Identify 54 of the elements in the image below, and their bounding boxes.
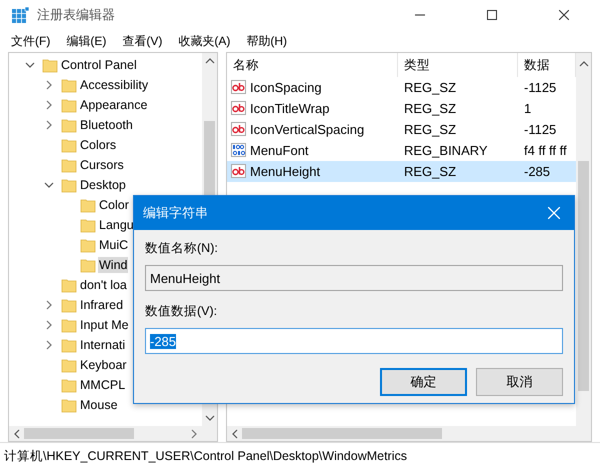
input-field[interactable]: MenuHeight: [145, 265, 563, 291]
value-name: IconVerticalSpacing: [250, 122, 364, 137]
value-name: IconTitleWrap: [250, 101, 330, 116]
tree-item[interactable]: MMCPL: [79, 377, 126, 393]
input-field[interactable]: -285: [145, 328, 563, 354]
menu-item[interactable]: 查看(V): [117, 30, 168, 52]
table-row[interactable]: MenuFont REG_BINARY f4 ff ff ff: [227, 140, 576, 161]
tree-item[interactable]: Internati: [79, 337, 126, 353]
menu-item[interactable]: 编辑(E): [61, 30, 112, 52]
tree-item[interactable]: Input Me: [79, 317, 130, 333]
value-type: REG_SZ: [403, 164, 458, 179]
tree-item[interactable]: Langu: [98, 217, 135, 233]
tree-item[interactable]: Infrared: [79, 297, 124, 313]
value-name: MenuHeight: [250, 164, 320, 179]
column-header[interactable]: 名称: [227, 53, 398, 77]
value-data: -285: [523, 164, 552, 179]
dialog-title: 编辑字符串: [143, 204, 208, 222]
tree-item[interactable]: don't loa: [79, 277, 128, 293]
value-data: 1: [523, 101, 532, 116]
menu-item[interactable]: 帮助(H): [241, 30, 292, 52]
value-type: REG_SZ: [403, 122, 458, 137]
column-header[interactable]: 类型: [398, 53, 518, 77]
tree-item[interactable]: Control Panel: [60, 57, 138, 73]
table-row[interactable]: MenuHeight REG_SZ -285: [227, 161, 576, 182]
value-type: REG_BINARY: [403, 143, 489, 158]
tree-item[interactable]: Mouse: [79, 397, 119, 413]
tree-item[interactable]: Accessibility: [79, 77, 150, 93]
tree-item[interactable]: MuiC: [98, 237, 130, 253]
dialog-button[interactable]: 确定: [380, 368, 467, 396]
value-data: f4 ff ff ff: [523, 143, 568, 158]
menu-item[interactable]: 文件(F): [6, 30, 56, 52]
table-row[interactable]: IconTitleWrap REG_SZ 1: [227, 98, 576, 119]
value-name: MenuFont: [250, 143, 309, 158]
dialog-button[interactable]: 取消: [476, 368, 563, 396]
tree-item[interactable]: Color: [98, 197, 130, 213]
table-row[interactable]: IconVerticalSpacing REG_SZ -1125: [227, 119, 576, 140]
value-data: -1125: [523, 80, 558, 95]
tree-item[interactable]: Colors: [79, 137, 118, 153]
value-data: -1125: [523, 122, 558, 137]
field-label: 数值数据(V):: [145, 303, 218, 320]
tree-item[interactable]: Bluetooth: [79, 117, 134, 133]
window-title: 注册表编辑器: [37, 6, 115, 24]
menu-item[interactable]: 收藏夹(A): [173, 30, 236, 52]
tree-item[interactable]: Wind: [98, 257, 128, 273]
field-label: 数值名称(N):: [145, 240, 219, 257]
status-path: 计算机\HKEY_CURRENT_USER\Control Panel\Desktop\WindowMetrics: [4, 448, 408, 464]
value-type: REG_SZ: [403, 101, 458, 116]
value-name: IconSpacing: [250, 80, 322, 95]
tree-item[interactable]: Desktop: [79, 177, 127, 193]
tree-item[interactable]: Cursors: [79, 157, 125, 173]
tree-item[interactable]: Keyboar: [79, 357, 128, 373]
tree-item[interactable]: Appearance: [79, 97, 148, 113]
value-type: REG_SZ: [403, 80, 458, 95]
table-row[interactable]: IconSpacing REG_SZ -1125: [227, 77, 576, 98]
